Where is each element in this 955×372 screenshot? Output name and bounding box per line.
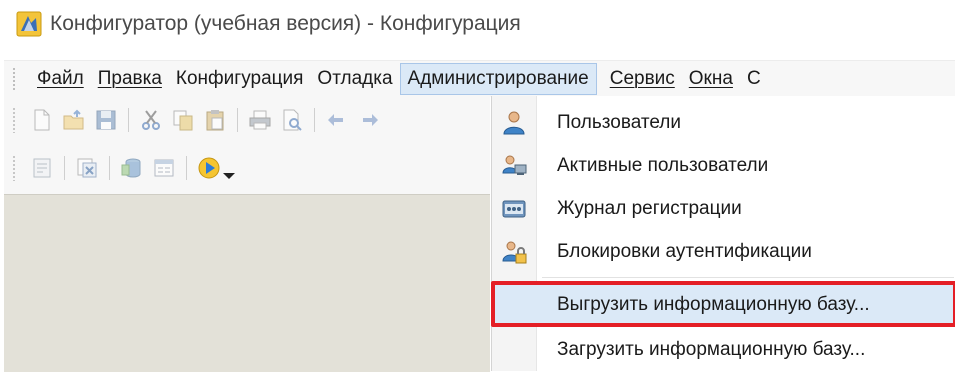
1c-configurator-icon (16, 11, 42, 37)
save-icon[interactable] (94, 108, 118, 132)
configurator-window: Конфигуратор (учебная версия) - Конфигур… (4, 0, 955, 372)
menu-separator (542, 277, 954, 278)
menu-grip[interactable] (12, 67, 16, 91)
menu-item-users[interactable]: Пользователи (492, 102, 955, 144)
compare-icon[interactable] (75, 156, 99, 180)
menu-item-import-infobase[interactable]: Загрузить информационную базу... (492, 329, 955, 371)
menu-item-event-log[interactable]: Журнал регистрации (492, 188, 955, 230)
menu-item-auth-locks[interactable]: Блокировки аутентификации (492, 231, 955, 273)
print-preview-icon[interactable] (280, 108, 304, 132)
toolbar-area (4, 96, 490, 194)
new-document-icon[interactable] (30, 108, 54, 132)
menu-item-export-infobase[interactable]: Выгрузить информационную базу... (492, 284, 955, 326)
menu-configuration[interactable]: Конфигурация (169, 63, 311, 95)
run-debug-icon[interactable] (197, 156, 221, 180)
menu-item-label: Пользователи (557, 112, 682, 133)
menu-item-label: Журнал регистрации (557, 198, 742, 219)
toolbar-separator (128, 108, 129, 132)
menu-service[interactable]: Сервис (603, 63, 682, 95)
administration-menu: Пользователи Активные пользователи Журна… (491, 96, 955, 371)
module-icon[interactable] (30, 156, 54, 180)
menu-item-label: Выгрузить информационную базу... (557, 294, 870, 315)
workspace-area (4, 194, 490, 372)
menu-administration[interactable]: Администрирование (399, 63, 597, 95)
main-menu-bar: Файл Правка Конфигурация Отладка Админис… (4, 60, 955, 97)
toolbar-separator (186, 156, 187, 180)
toolbar-separator (314, 108, 315, 132)
window-title: Конфигуратор (учебная версия) - Конфигур… (50, 12, 521, 35)
event-log-icon (501, 196, 527, 222)
undo-icon[interactable] (325, 108, 349, 132)
copy-icon[interactable] (171, 108, 195, 132)
toolbar-separator (64, 156, 65, 180)
menu-item-label: Блокировки аутентификации (557, 241, 812, 262)
menu-help-truncated[interactable]: С (740, 63, 768, 95)
menu-item-label: Активные пользователи (557, 155, 769, 176)
menu-debug[interactable]: Отладка (310, 63, 399, 95)
active-users-icon (501, 153, 527, 179)
toolbar-grip[interactable] (12, 155, 16, 181)
menu-item-active-users[interactable]: Активные пользователи (492, 145, 955, 187)
database-icon[interactable] (120, 156, 144, 180)
form-icon[interactable] (152, 156, 176, 180)
menu-file[interactable]: Файл (30, 63, 91, 95)
paste-icon[interactable] (203, 108, 227, 132)
open-icon[interactable] (62, 108, 86, 132)
chevron-down-icon[interactable] (223, 173, 235, 179)
print-icon[interactable] (248, 108, 272, 132)
cut-icon[interactable] (139, 108, 163, 132)
toolbar-separator (109, 156, 110, 180)
standard-toolbar (12, 100, 385, 140)
menu-windows[interactable]: Окна (682, 63, 740, 95)
user-icon (501, 110, 527, 136)
toolbar-separator (237, 108, 238, 132)
menu-item-label: Загрузить информационную базу... (557, 339, 866, 360)
redo-icon[interactable] (357, 108, 381, 132)
toolbar-grip[interactable] (12, 107, 16, 133)
configuration-toolbar (12, 148, 235, 188)
menu-edit[interactable]: Правка (91, 63, 169, 95)
user-lock-icon (501, 239, 527, 265)
title-bar: Конфигуратор (учебная версия) - Конфигур… (4, 0, 955, 48)
